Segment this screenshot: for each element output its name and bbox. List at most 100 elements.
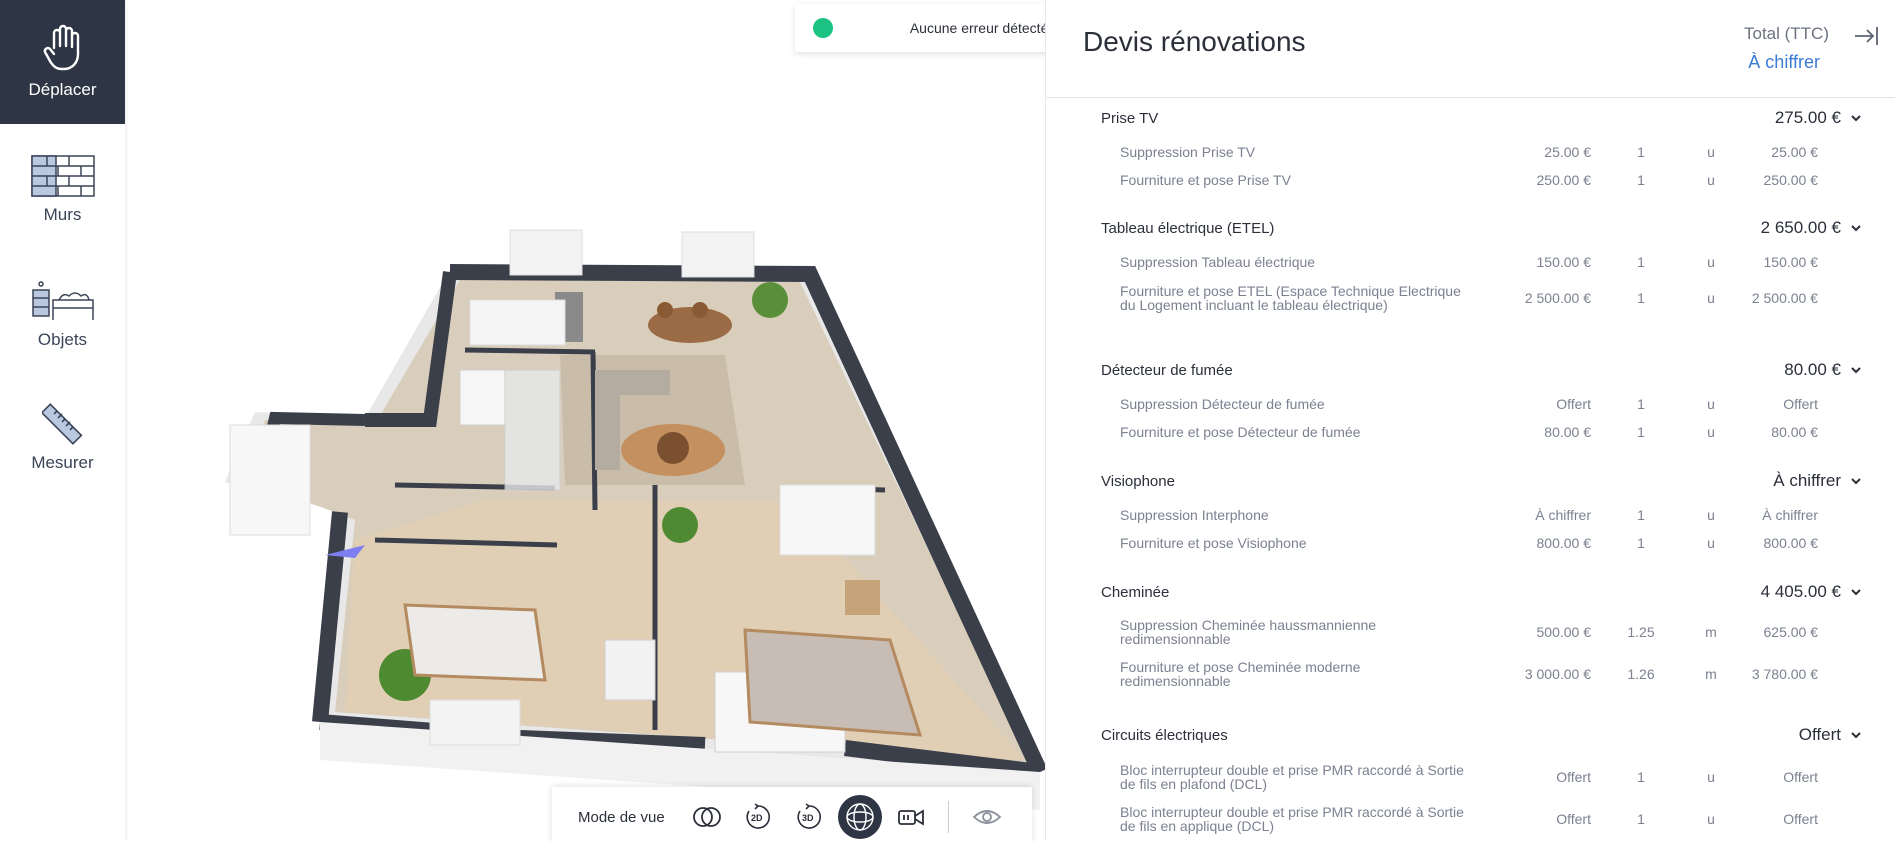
line-total: 2 500.00 € [1751, 289, 1818, 306]
line-unit: m [1705, 624, 1717, 640]
section-header[interactable]: Prise TV 275.00 € [1101, 98, 1895, 138]
line-unit-price: 500.00 € [1536, 623, 1592, 640]
tool-objects[interactable]: Objets [0, 273, 125, 357]
section-name: Circuits électriques [1101, 726, 1228, 744]
section-header[interactable]: Cheminée 4 405.00 € [1101, 572, 1895, 612]
line-quantity: 1 [1637, 769, 1645, 785]
section-header[interactable]: Tableau électrique (ETEL) 2 650.00 € [1101, 208, 1895, 248]
line-unit-price: Offert [1556, 810, 1591, 827]
section-total: 80.00 € [1784, 360, 1841, 379]
section-header[interactable]: Circuits électriques Offert [1101, 715, 1895, 755]
line-unit-price: Offert [1556, 768, 1591, 785]
eye-icon [972, 810, 1002, 824]
line-description: Fourniture et pose Visiophone [1120, 535, 1307, 551]
view-video-button[interactable] [889, 795, 933, 839]
total-value: À chiffrer [1748, 52, 1820, 72]
view-2d-button[interactable]: 2D [736, 795, 780, 839]
total-label: Total (TTC) [1744, 24, 1829, 43]
globe-view-icon [846, 803, 874, 831]
panel-title: Devis rénovations [1083, 26, 1306, 57]
tool-measure-label: Mesurer [31, 453, 94, 472]
chevron-down-icon[interactable] [1849, 728, 1863, 742]
line-unit-price: 3 000.00 € [1524, 665, 1591, 682]
line-description: Fourniture et pose Cheminée moderne redi… [1120, 659, 1361, 689]
quote-section: Détecteur de fumée 80.00 € Suppression Dét… [1101, 350, 1895, 446]
line-total: 150.00 € [1763, 253, 1819, 270]
error-status-dropdown[interactable]: Aucune erreur détectée [795, 4, 1045, 52]
quote-line: Fourniture et pose Détecteur de fumée 80.… [1101, 418, 1895, 446]
line-description: Suppression Tableau électrique [1120, 254, 1316, 270]
furniture-icon [31, 281, 94, 320]
line-description: Suppression Prise TV [1120, 144, 1256, 160]
quote-section: Cheminée 4 405.00 € Suppression Cheminée h… [1101, 572, 1895, 696]
line-total: 3 780.00 € [1751, 665, 1818, 682]
line-total: À chiffrer [1762, 506, 1818, 523]
ruler-icon [41, 403, 83, 445]
line-unit-price: 800.00 € [1536, 534, 1592, 551]
quote-line: Fourniture et pose Visiophone 800.00 € 1 u 8… [1101, 529, 1895, 557]
view-visibility-button[interactable] [965, 795, 1009, 839]
tool-move-label: Déplacer [28, 80, 97, 99]
3d-viewport[interactable]: Aucune erreur détectée Mode de vue 2D 3D [125, 0, 1045, 841]
line-description: Fourniture et pose Prise TV [1120, 172, 1291, 188]
tool-walls[interactable]: Murs [0, 148, 125, 232]
view-3d-button[interactable]: 3D [787, 795, 831, 839]
line-unit: u [1707, 769, 1715, 785]
section-total: 275.00 € [1774, 108, 1841, 127]
app: Déplacer Murs Objets Mesurer Aucune erre… [0, 0, 1895, 841]
section-name: Cheminée [1101, 583, 1170, 601]
view-orbit-button[interactable] [837, 795, 882, 839]
quote-line: Bloc interrupteur double et prise PMR ra… [1101, 799, 1895, 839]
line-description: Suppression Interphone [1120, 507, 1269, 523]
section-name: Détecteur de fumée [1101, 361, 1233, 379]
line-quantity: 1 [1637, 811, 1645, 827]
line-quantity: 1 [1637, 254, 1645, 270]
section-header[interactable]: Visiophone À chiffrer [1101, 461, 1895, 501]
quote-line: Bloc interrupteur double et prise PMR ra… [1101, 755, 1895, 799]
line-quantity: 1 [1637, 535, 1645, 551]
view-mode-label: Mode de vue [578, 808, 665, 826]
line-description: Bloc interrupteur double et prise PMR ra… [1120, 804, 1464, 834]
line-total: 800.00 € [1763, 534, 1819, 551]
overlay-view-icon [692, 807, 721, 827]
line-unit-price: 150.00 € [1536, 253, 1592, 270]
line-unit: u [1707, 144, 1715, 160]
chevron-down-icon[interactable] [1849, 221, 1863, 235]
chevron-down-icon[interactable] [1849, 585, 1863, 599]
chevron-down-icon[interactable] [1849, 474, 1863, 488]
quote-panel: Devis rénovations Total (TTC) À chiffrer… [1045, 0, 1895, 841]
quote-header: Devis rénovations Total (TTC) À chiffrer [1046, 0, 1895, 98]
line-description: Fourniture et pose Détecteur de fumée [1120, 424, 1361, 440]
line-quantity: 1 [1637, 290, 1645, 306]
line-unit: u [1707, 396, 1715, 412]
section-header[interactable]: Détecteur de fumée 80.00 € [1101, 350, 1895, 390]
line-quantity: 1 [1637, 424, 1645, 440]
section-total: 4 405.00 € [1760, 582, 1841, 601]
tool-move[interactable]: Déplacer [0, 0, 125, 124]
error-status-text: Aucune erreur détectée [909, 20, 1045, 36]
hand-icon [43, 24, 79, 71]
collapse-panel-icon[interactable] [1853, 25, 1879, 47]
tool-objects-label: Objets [37, 330, 88, 349]
section-total: 2 650.00 € [1760, 218, 1841, 237]
tool-walls-label: Murs [43, 205, 82, 224]
view-overlay-button[interactable] [685, 795, 729, 839]
quote-section: Circuits électriques Offert Bloc interrupt… [1101, 715, 1895, 839]
chevron-down-icon[interactable] [1849, 111, 1863, 125]
line-unit: u [1707, 811, 1715, 827]
line-quantity: 1 [1637, 507, 1645, 523]
tool-measure[interactable]: Mesurer [0, 400, 125, 476]
line-total: 250.00 € [1763, 171, 1819, 188]
line-unit-price: 25.00 € [1544, 143, 1591, 160]
section-name: Prise TV [1101, 109, 1159, 127]
quote-section: Prise TV 275.00 € Suppression Prise TV 25.0… [1101, 98, 1895, 194]
chevron-down-icon[interactable] [1849, 363, 1863, 377]
section-name: Visiophone [1101, 472, 1175, 490]
floor-plan-3d[interactable] [125, 0, 1045, 841]
line-total: Offert [1783, 810, 1818, 827]
view-bar-divider [947, 801, 949, 833]
line-quantity: 1 [1637, 172, 1645, 188]
line-unit-price: 250.00 € [1536, 171, 1592, 188]
line-total: 25.00 € [1771, 143, 1818, 160]
line-description: Suppression Cheminée haussmannienne redi… [1120, 617, 1377, 647]
